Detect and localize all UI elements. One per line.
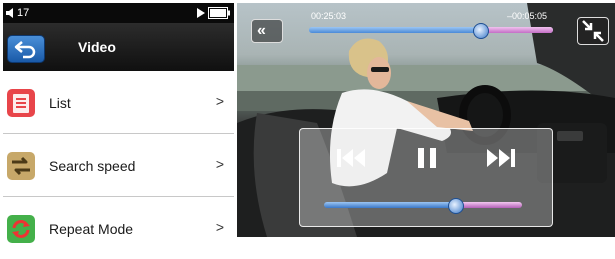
menu-item-label: List xyxy=(49,95,71,111)
back-button[interactable] xyxy=(7,35,45,63)
chevron-right-icon: > xyxy=(215,219,224,235)
menu-item-label: Search speed xyxy=(49,158,136,174)
seek-bar[interactable] xyxy=(309,23,553,39)
double-chevron-left-icon: « xyxy=(257,22,266,39)
battery-icon xyxy=(208,7,230,19)
seek-handle[interactable] xyxy=(473,23,489,39)
exit-fullscreen-button[interactable] xyxy=(577,17,609,45)
menu-item-list[interactable]: List > xyxy=(3,73,234,134)
next-track-icon[interactable] xyxy=(484,143,518,173)
volume-empty xyxy=(455,202,522,208)
remaining-time: –00:05:05 xyxy=(507,11,548,21)
volume-slider[interactable] xyxy=(324,202,522,208)
search-speed-icon xyxy=(7,152,35,180)
video-settings-screen: 17 Video List > Search speed > Repeat Mo… xyxy=(3,3,234,256)
menu-item-search-speed[interactable]: Search speed > xyxy=(3,136,234,197)
play-status-icon xyxy=(197,8,205,18)
list-icon xyxy=(7,89,35,117)
chevron-right-icon: > xyxy=(215,93,224,109)
volume-level-text: 17 xyxy=(17,7,30,19)
playback-controls xyxy=(299,128,553,227)
seek-played xyxy=(309,27,480,33)
menu-item-repeat-mode[interactable]: Repeat Mode > xyxy=(3,199,234,259)
status-bar: 17 xyxy=(3,3,234,23)
speaker-icon xyxy=(6,8,13,18)
player-top-bar: « 00:25:03 –00:05:05 xyxy=(237,3,615,45)
menu-item-label: Repeat Mode xyxy=(49,221,134,237)
title-bar: Video xyxy=(3,23,234,71)
elapsed-time: 00:25:03 xyxy=(311,11,347,21)
seek-unplayed xyxy=(480,27,553,33)
collapse-button[interactable]: « xyxy=(251,19,283,43)
video-player-screen: « 00:25:03 –00:05:05 xyxy=(237,3,615,237)
pause-icon[interactable] xyxy=(410,143,444,173)
repeat-icon xyxy=(7,215,35,243)
back-arrow-icon xyxy=(14,41,36,59)
volume-handle[interactable] xyxy=(448,198,464,214)
volume-filled xyxy=(324,202,455,208)
chevron-right-icon: > xyxy=(215,156,224,172)
shrink-arrows-icon xyxy=(582,20,604,42)
previous-track-icon[interactable] xyxy=(334,143,368,173)
page-title: Video xyxy=(78,39,116,55)
